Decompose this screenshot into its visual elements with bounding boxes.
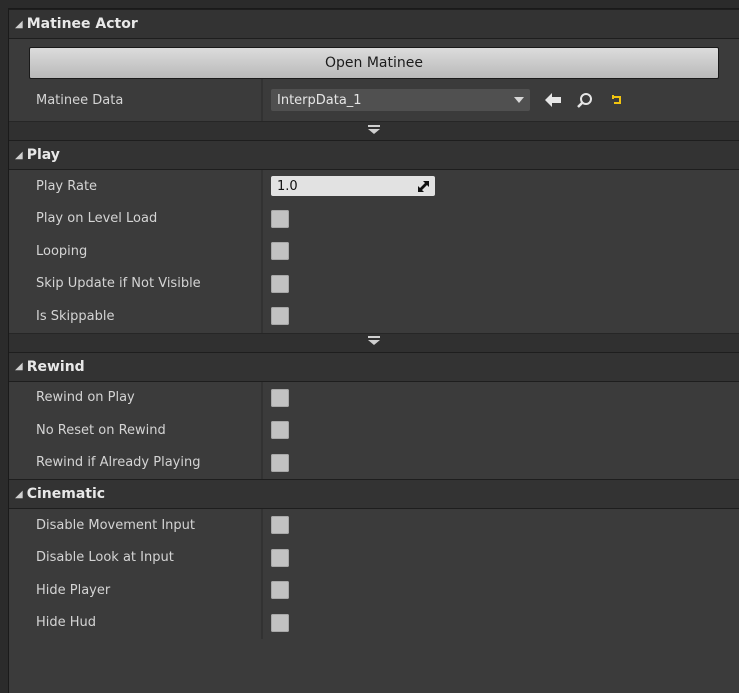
property-row: Play on Level Load bbox=[9, 202, 739, 235]
advanced-expander[interactable] bbox=[9, 332, 739, 352]
property-label: Skip Update if Not Visible bbox=[36, 276, 201, 292]
property-row: Disable Look at Input bbox=[9, 541, 739, 574]
checkbox[interactable] bbox=[271, 209, 289, 228]
property-row: Is Skippable bbox=[9, 300, 739, 333]
category-header-matinee-actor[interactable]: ◢ Matinee Actor bbox=[9, 9, 739, 39]
property-row: Rewind on Play bbox=[9, 381, 739, 414]
matinee-data-combo[interactable]: InterpData_1 bbox=[271, 89, 530, 111]
category-title: Rewind bbox=[26, 358, 85, 375]
property-row: Hide Player bbox=[9, 574, 739, 607]
property-row: Rewind if Already Playing bbox=[9, 446, 739, 479]
collapse-triangle-icon[interactable]: ◢ bbox=[15, 361, 23, 372]
collapse-triangle-icon[interactable]: ◢ bbox=[15, 489, 23, 500]
checkbox[interactable] bbox=[271, 613, 289, 632]
property-row: Disable Movement Input bbox=[9, 509, 739, 542]
collapse-triangle-icon[interactable]: ◢ bbox=[15, 19, 23, 30]
play-rate-value: 1.0 bbox=[277, 178, 298, 194]
reset-icon[interactable] bbox=[608, 91, 626, 109]
property-label: Hide Player bbox=[36, 582, 111, 598]
checkbox[interactable] bbox=[271, 388, 289, 407]
property-label: Is Skippable bbox=[36, 308, 115, 324]
category-header-cinematic[interactable]: ◢ Cinematic bbox=[9, 479, 739, 509]
checkbox[interactable] bbox=[271, 274, 289, 293]
column-divider[interactable] bbox=[261, 267, 263, 300]
category-header-rewind[interactable]: ◢ Rewind bbox=[9, 351, 739, 382]
category-title: Matinee Actor bbox=[26, 16, 138, 32]
open-matinee-button[interactable]: Open Matinee bbox=[29, 47, 719, 79]
property-row: Looping bbox=[9, 235, 739, 268]
column-divider[interactable] bbox=[261, 509, 263, 542]
arrow-left-icon[interactable] bbox=[544, 91, 562, 109]
details-panel: ◢ Matinee Actor Open Matinee Matinee Dat… bbox=[8, 8, 739, 693]
play-rate-input[interactable]: 1.0 bbox=[271, 176, 435, 197]
checkbox[interactable] bbox=[271, 453, 289, 472]
checkbox[interactable] bbox=[271, 516, 289, 535]
property-label: Hide Hud bbox=[36, 615, 97, 631]
property-label: Disable Look at Input bbox=[36, 550, 174, 566]
collapse-triangle-icon[interactable]: ◢ bbox=[15, 150, 23, 161]
checkbox[interactable] bbox=[271, 421, 289, 440]
resize-arrows-icon[interactable] bbox=[418, 180, 429, 192]
checkbox[interactable] bbox=[271, 581, 289, 600]
combo-value: InterpData_1 bbox=[277, 92, 362, 108]
checkbox[interactable] bbox=[271, 242, 289, 261]
column-divider[interactable] bbox=[261, 235, 263, 268]
column-divider[interactable] bbox=[261, 606, 263, 639]
property-label: Disable Movement Input bbox=[36, 517, 196, 533]
column-divider[interactable] bbox=[261, 202, 263, 235]
column-divider[interactable] bbox=[261, 541, 263, 574]
chevron-down-icon bbox=[514, 97, 524, 103]
property-label: Looping bbox=[36, 243, 88, 259]
property-value: 1.0 bbox=[271, 176, 435, 197]
category-title: Play bbox=[26, 147, 60, 163]
property-label: No Reset on Rewind bbox=[36, 422, 166, 438]
property-value: InterpData_1 bbox=[271, 89, 626, 111]
category-header-play[interactable]: ◢ Play bbox=[9, 140, 739, 170]
property-row-matinee-data: Matinee Data InterpData_1 bbox=[9, 79, 739, 121]
column-divider[interactable] bbox=[261, 79, 263, 121]
property-row-play-rate: Play Rate 1.0 bbox=[9, 170, 739, 203]
column-divider[interactable] bbox=[261, 170, 263, 203]
property-row: No Reset on Rewind bbox=[9, 414, 739, 447]
property-label: Play on Level Load bbox=[36, 211, 158, 227]
property-label: Matinee Data bbox=[36, 92, 124, 108]
property-label: Rewind on Play bbox=[36, 390, 135, 406]
expand-arrow-icon bbox=[368, 124, 380, 134]
checkbox[interactable] bbox=[271, 307, 289, 326]
property-row: Hide Hud bbox=[9, 606, 739, 639]
advanced-expander[interactable] bbox=[9, 121, 739, 140]
column-divider[interactable] bbox=[261, 446, 263, 479]
column-divider[interactable] bbox=[261, 381, 263, 414]
column-divider[interactable] bbox=[261, 300, 263, 333]
search-icon[interactable] bbox=[576, 91, 594, 109]
checkbox[interactable] bbox=[271, 548, 289, 567]
expand-arrow-icon bbox=[368, 336, 380, 345]
column-divider[interactable] bbox=[261, 574, 263, 607]
column-divider[interactable] bbox=[261, 414, 263, 447]
category-title: Cinematic bbox=[26, 486, 106, 502]
property-row: Skip Update if Not Visible bbox=[9, 267, 739, 300]
property-label: Rewind if Already Playing bbox=[36, 455, 201, 471]
property-label: Play Rate bbox=[36, 178, 98, 194]
